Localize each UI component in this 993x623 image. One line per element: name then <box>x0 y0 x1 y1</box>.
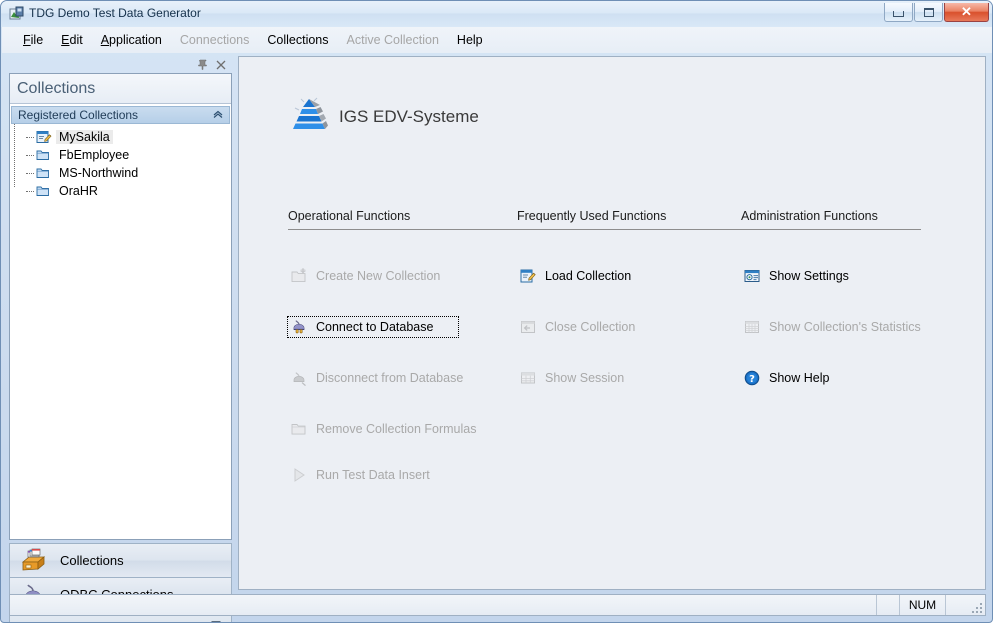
resize-grip-icon[interactable] <box>970 601 982 613</box>
action-show-collections-statistics[interactable]: Show Collection's Statistics <box>741 316 924 338</box>
brand-header: IGS EDV-Systeme <box>289 95 479 138</box>
menu-edit[interactable]: Edit <box>52 30 92 50</box>
heading-divider <box>288 229 921 230</box>
action-close-collection[interactable]: Close Collection <box>517 316 638 338</box>
collections-panel: Collections Registered Collections MySak… <box>9 73 232 540</box>
minimize-button[interactable] <box>884 3 913 22</box>
action-connect-to-database[interactable]: Connect to Database <box>287 316 459 338</box>
svg-text:?: ? <box>749 374 755 385</box>
column-heading-operational: Operational Functions <box>288 209 411 223</box>
tree-item-fbemployee[interactable]: FbEmployee <box>22 146 231 164</box>
action-label: Create New Collection <box>316 269 441 283</box>
action-remove-collection-formulas[interactable]: Remove Collection Formulas <box>288 418 479 440</box>
tree-item-label: OraHR <box>59 184 98 198</box>
action-label: Run Test Data Insert <box>316 468 430 482</box>
tree-item-ms-northwind[interactable]: MS-Northwind <box>22 164 231 182</box>
action-show-session[interactable]: Show Session <box>517 367 627 389</box>
status-bar: NUM <box>9 594 986 616</box>
tree-connector <box>26 191 34 192</box>
close-icon[interactable] <box>214 58 228 72</box>
panel-title-bar: Collections <box>10 74 231 104</box>
status-message <box>10 595 876 615</box>
pyramid-logo-icon <box>289 95 329 138</box>
action-label: Show Settings <box>769 269 849 283</box>
status-cell-pad1 <box>876 595 899 615</box>
window-title: TDG Demo Test Data Generator <box>29 6 201 20</box>
action-label: Show Collection's Statistics <box>769 320 921 334</box>
registered-collections-group-header[interactable]: Registered Collections <box>11 106 230 124</box>
plug-icon <box>291 319 307 335</box>
action-create-new-collection[interactable]: Create New Collection <box>288 265 443 287</box>
tree-item-orahr[interactable]: OraHR <box>22 182 231 200</box>
grid-icon <box>520 370 536 386</box>
panel-title-text: Collections <box>17 79 96 97</box>
action-label: Remove Collection Formulas <box>316 422 477 436</box>
action-show-settings[interactable]: Show Settings <box>741 265 852 287</box>
tree-connector <box>26 137 34 138</box>
action-label: Close Collection <box>545 320 636 334</box>
action-label: Load Collection <box>545 269 632 283</box>
maximize-icon <box>915 3 942 21</box>
group-header-label: Registered Collections <box>18 108 139 122</box>
action-show-help[interactable]: ? Show Help <box>741 367 832 389</box>
tree-item-label: MS-Northwind <box>59 166 139 180</box>
application-window: TDG Demo Test Data Generator ✕ File Edit… <box>0 0 993 623</box>
dock-caption-bar <box>9 56 232 73</box>
action-disconnect-from-database[interactable]: Disconnect from Database <box>288 367 466 389</box>
menu-collections[interactable]: Collections <box>258 30 337 50</box>
title-bar: TDG Demo Test Data Generator ✕ <box>1 1 992 27</box>
status-num-indicator: NUM <box>899 595 945 615</box>
folder-icon <box>36 166 52 180</box>
action-label: Disconnect from Database <box>316 371 464 385</box>
menu-application[interactable]: Application <box>92 30 171 50</box>
nav-button-collections[interactable]: Collections <box>9 543 232 577</box>
table-icon <box>744 319 760 335</box>
tree-item-label: MySakila <box>56 130 113 144</box>
folder-icon <box>36 148 52 162</box>
main-content-area: IGS EDV-Systeme Operational Functions Fr… <box>238 56 986 590</box>
action-run-test-data-insert[interactable]: Run Test Data Insert <box>288 464 433 486</box>
nav-button-label: Collections <box>60 553 124 568</box>
menu-active-collection[interactable]: Active Collection <box>338 30 448 50</box>
menu-bar: File Edit Application Connections Collec… <box>2 27 992 53</box>
collections-tree: MySakila FbEmployee MS-Northwind OraHR <box>10 124 231 200</box>
folder-icon <box>36 184 52 198</box>
menu-connections[interactable]: Connections <box>171 30 259 50</box>
collections-dock-panel: Collections Registered Collections MySak… <box>9 56 232 622</box>
unplug-icon <box>291 370 307 387</box>
action-label: Show Session <box>545 371 625 385</box>
maximize-button[interactable] <box>914 3 943 22</box>
close-icon: ✕ <box>961 4 972 19</box>
minimize-icon <box>885 3 912 21</box>
dock-navigation-stack: Collections ODBC Connections <box>9 543 232 622</box>
app-icon <box>9 6 25 22</box>
action-load-collection[interactable]: Load Collection <box>517 265 634 287</box>
action-label: Show Help <box>769 371 830 385</box>
close-button[interactable]: ✕ <box>944 3 989 22</box>
tree-trunk-line <box>14 124 16 187</box>
play-icon <box>291 467 307 483</box>
collection-edit-icon <box>36 130 52 144</box>
new-folder-icon <box>291 268 307 284</box>
tree-connector <box>26 173 34 174</box>
tree-item-label: FbEmployee <box>59 148 130 162</box>
tree-item-mysakila[interactable]: MySakila <box>22 128 231 146</box>
status-cell-pad2 <box>945 595 985 615</box>
help-circle-icon: ? <box>744 370 760 386</box>
card-file-box-icon <box>20 548 46 574</box>
menu-help[interactable]: Help <box>448 30 492 50</box>
window-controls: ✕ <box>883 3 989 23</box>
settings-window-icon <box>744 268 760 284</box>
pin-icon[interactable] <box>196 58 210 72</box>
brand-name: IGS EDV-Systeme <box>339 106 479 126</box>
menu-file[interactable]: File <box>14 30 52 50</box>
action-label: Connect to Database <box>316 320 434 334</box>
close-collection-icon <box>520 319 536 335</box>
column-heading-frequently-used: Frequently Used Functions <box>517 209 667 223</box>
chevron-up-icon[interactable] <box>212 109 224 121</box>
folder-remove-icon <box>291 421 307 437</box>
column-heading-administration: Administration Functions <box>741 209 878 223</box>
tree-connector <box>26 155 34 156</box>
collection-edit-icon <box>520 268 536 284</box>
